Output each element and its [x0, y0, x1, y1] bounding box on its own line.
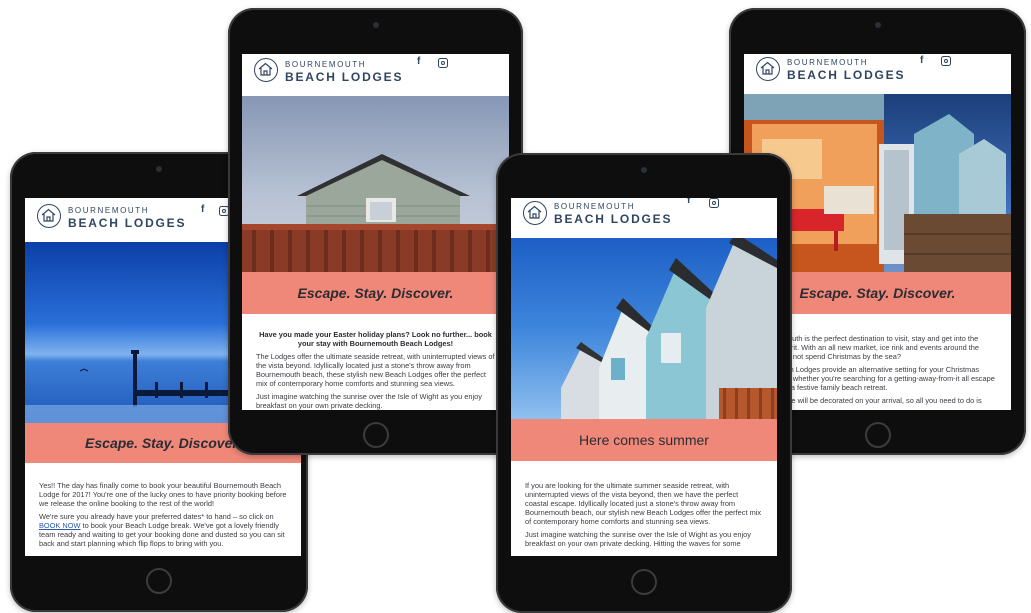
camera-icon	[874, 22, 881, 28]
facebook-icon[interactable]: f	[687, 198, 690, 206]
camera-icon	[641, 167, 647, 173]
home-button[interactable]	[631, 569, 657, 595]
body-paragraph: The Beach Lodges provide an alternative …	[758, 365, 995, 392]
email-header: BOURNEMOUTH BEACH LODGES f	[511, 198, 777, 238]
book-now-link[interactable]: BOOK NOW	[39, 521, 80, 530]
email-body: Yes!! The day has finally come to book y…	[25, 481, 301, 556]
lodge-logo-icon	[254, 58, 278, 82]
email-body: Have you made your Easter holiday plans?…	[242, 330, 509, 410]
brand-line-1: BOURNEMOUTH	[68, 206, 150, 215]
email-screen-2[interactable]: BOURNEMOUTH BEACH LODGES f Escape. Stay.…	[242, 54, 509, 410]
email-screen-3[interactable]: BOURNEMOUTH BEACH LODGES f Here comes su	[511, 198, 777, 556]
email-header: BOURNEMOUTH BEACH LODGES f	[744, 54, 1011, 94]
brand-line-2: BEACH LODGES	[554, 212, 673, 226]
instagram-icon[interactable]	[709, 198, 719, 208]
beach-huts-photo	[511, 238, 777, 419]
facebook-icon[interactable]: f	[201, 204, 204, 215]
brand-line-1: BOURNEMOUTH	[787, 58, 869, 67]
lodge-logo-icon	[37, 204, 61, 228]
home-button[interactable]	[146, 568, 172, 594]
brand-line-1: BOURNEMOUTH	[554, 202, 636, 211]
tablet-device-2: BOURNEMOUTH BEACH LODGES f Escape. Stay.…	[228, 8, 523, 455]
body-paragraph: Just imagine watching the sunrise over t…	[525, 530, 751, 548]
tablet-device-3: BOURNEMOUTH BEACH LODGES f Here comes su	[496, 153, 792, 613]
summer-banner: Here comes summer	[511, 419, 777, 461]
brand-line-2: BEACH LODGES	[787, 68, 906, 82]
body-paragraph: The Lodges offer the ultimate seaside re…	[256, 352, 495, 388]
lodge-logo-icon	[523, 201, 547, 225]
email-header: BOURNEMOUTH BEACH LODGES f	[242, 54, 509, 96]
body-paragraph: Bournemouth is the perfect destination t…	[758, 334, 980, 361]
instagram-icon[interactable]	[941, 56, 951, 66]
body-paragraph: Your Lodge will be decorated on your arr…	[758, 396, 982, 405]
body-paragraph: Yes!! The day has finally come to book y…	[39, 481, 287, 508]
escape-banner: Escape. Stay. Discover.	[242, 272, 509, 314]
body-text: We're sure you already have your preferr…	[39, 512, 274, 521]
body-paragraph: If you are looking for the ultimate summ…	[525, 481, 762, 526]
home-button[interactable]	[864, 422, 891, 448]
facebook-icon[interactable]: f	[920, 55, 923, 66]
home-button[interactable]	[362, 422, 389, 448]
lodge-photo	[242, 96, 509, 272]
camera-icon	[156, 166, 162, 172]
instagram-icon[interactable]	[438, 58, 448, 68]
facebook-icon[interactable]: f	[417, 56, 420, 67]
brand-line-2: BEACH LODGES	[285, 70, 404, 84]
body-paragraph: Just imagine watching the sunrise over t…	[256, 392, 482, 410]
lodge-logo-icon	[756, 57, 780, 81]
email-body: If you are looking for the ultimate summ…	[511, 481, 777, 556]
body-paragraph: We're sure you already have your preferr…	[39, 512, 287, 548]
brand-line-2: BEACH LODGES	[68, 216, 187, 230]
camera-icon	[372, 22, 379, 28]
brand-line-1: BOURNEMOUTH	[285, 60, 367, 69]
body-lead: Have you made your Easter holiday plans?…	[259, 330, 492, 348]
